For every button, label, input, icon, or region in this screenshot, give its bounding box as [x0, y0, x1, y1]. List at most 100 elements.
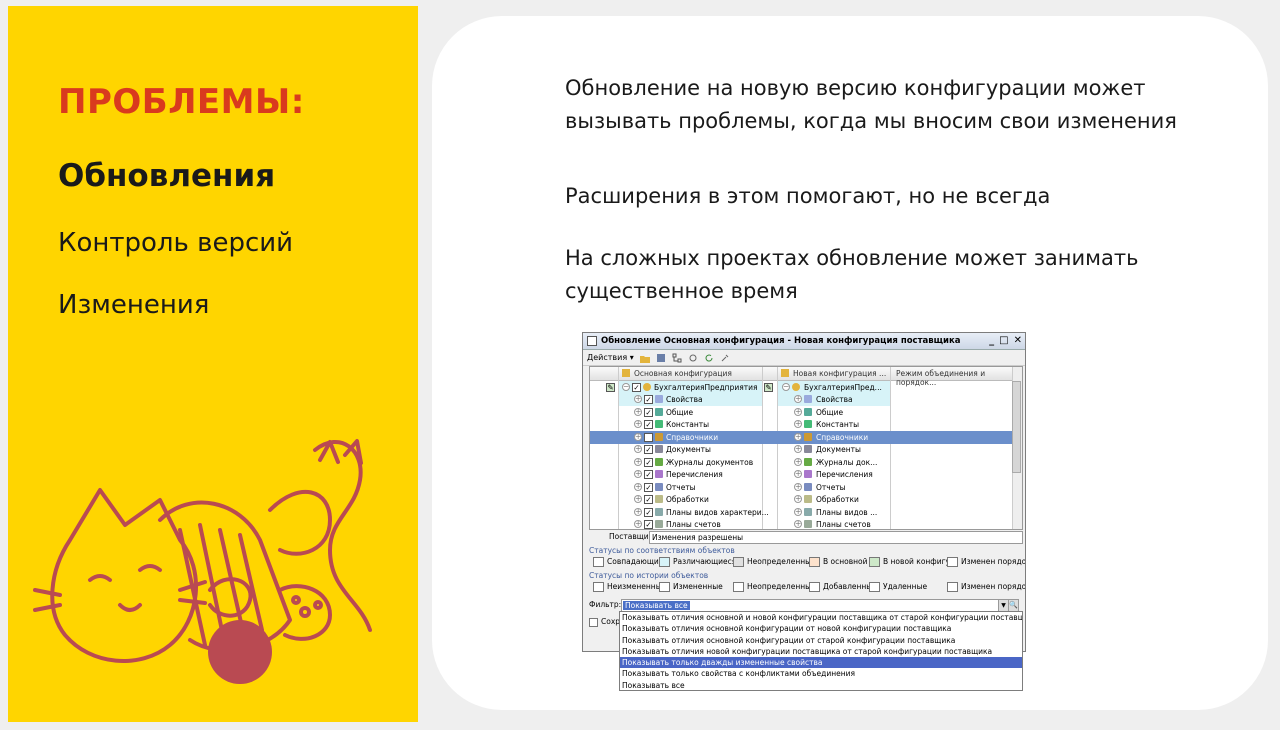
checkbox-icon[interactable] — [589, 617, 598, 627]
filter-dropdown-list: Показывать отличия основной и новой конф… — [619, 611, 1023, 691]
filter-option[interactable]: Показывать отличия основной конфигурации… — [620, 635, 1022, 646]
tree-left-label: Журналы документов — [666, 457, 754, 467]
tree-row[interactable]: + ✓ Общие + Общие — [590, 406, 1022, 419]
filter-option[interactable]: Показывать только дважды измененные свой… — [620, 657, 1022, 669]
legend-label: Удаленные — [883, 582, 928, 591]
pencil-icon[interactable]: ✎ — [606, 382, 615, 392]
checkbox-icon[interactable]: ✓ — [644, 520, 653, 529]
object-icon — [804, 520, 812, 528]
save-icon[interactable] — [656, 353, 666, 363]
supplier-field[interactable]: Изменения разрешены — [649, 531, 1023, 544]
scroll-thumb[interactable] — [1012, 381, 1021, 473]
tree-row[interactable]: + ✓ Журналы документов + Журналы док... — [590, 456, 1022, 469]
checkbox-icon[interactable]: ✓ — [644, 507, 653, 517]
tree-right-label: Перечисления — [816, 470, 873, 479]
wrench-icon[interactable] — [720, 353, 730, 363]
checkbox-icon[interactable]: ✓ — [644, 470, 653, 479]
filter-option[interactable]: Показывать только свойства с конфликтами… — [620, 668, 1022, 679]
sidebar-item-version-control: Контроль версий — [58, 228, 294, 258]
expand-icon[interactable]: + — [634, 507, 642, 516]
tree-right-label: Планы счетов — [816, 520, 871, 529]
expand-icon[interactable]: + — [634, 482, 642, 491]
expand-icon[interactable]: + — [794, 507, 802, 516]
tree-row[interactable]: + ✓ Свойства + Свойства — [590, 393, 1022, 406]
folder-icon[interactable] — [639, 353, 650, 363]
expand-icon[interactable]: + — [634, 457, 642, 466]
expand-icon[interactable]: + — [794, 457, 802, 466]
expand-icon[interactable]: + — [634, 470, 642, 478]
expand-icon[interactable]: + — [794, 407, 802, 416]
expand-icon[interactable]: + — [634, 395, 642, 403]
object-icon — [655, 520, 663, 528]
checkbox-icon[interactable]: ✓ — [632, 382, 641, 392]
expand-icon[interactable]: + — [634, 445, 642, 453]
close-button[interactable]: ✕ — [1014, 335, 1022, 346]
pencil-icon[interactable]: ✎ — [764, 382, 773, 392]
object-icon — [655, 482, 663, 491]
checkbox-icon[interactable]: ✓ — [644, 482, 653, 492]
expand-icon[interactable]: + — [794, 395, 802, 403]
chevron-down-icon[interactable]: ▼ — [998, 600, 1008, 611]
paragraph-update-problems: Обновление на новую версию конфигурации … — [565, 72, 1177, 138]
checkbox-icon[interactable]: ✓ — [644, 420, 653, 429]
expand-icon[interactable]: + — [634, 520, 642, 528]
legend-swatch — [809, 582, 820, 592]
tree-row[interactable]: + ✓ Перечисления + Перечисления — [590, 469, 1022, 482]
config-folder-icon — [781, 369, 789, 377]
tree-scrollbar[interactable] — [1012, 367, 1022, 529]
expand-icon[interactable]: − — [622, 382, 630, 391]
tree-row[interactable]: + ✓ Справочники + Справочники — [590, 431, 1022, 444]
actions-menu[interactable]: Действия ▾ — [587, 353, 634, 362]
legend-swatch — [593, 582, 604, 592]
column-main-config[interactable]: Основная конфигурация — [634, 369, 732, 378]
window-titlebar: Обновление Основная конфигурация - Новая… — [583, 333, 1025, 350]
tree-row[interactable]: + ✓ Отчеты + Отчеты — [590, 481, 1022, 494]
object-icon — [655, 432, 663, 441]
expand-icon[interactable]: + — [794, 482, 802, 491]
checkbox-icon[interactable]: ✓ — [644, 445, 653, 454]
expand-icon[interactable]: + — [794, 495, 802, 503]
expand-icon[interactable]: + — [794, 520, 802, 528]
filter-option[interactable]: Показывать все — [620, 680, 1022, 691]
filter-option[interactable]: Показывать отличия основной и новой конф… — [620, 612, 1022, 623]
object-icon — [804, 507, 812, 516]
refresh-icon[interactable] — [704, 353, 714, 363]
filter-option[interactable]: Показывать отличия новой конфигурации по… — [620, 646, 1022, 657]
filter-option[interactable]: Показывать отличия основной конфигурации… — [620, 623, 1022, 634]
expand-icon[interactable]: + — [794, 470, 802, 478]
object-icon — [655, 395, 663, 403]
tree-left-label: Общие — [666, 407, 694, 417]
tree-row[interactable]: + ✓ Планы видов характери... + Планы видов .… — [590, 506, 1022, 519]
tree-left-label: Константы — [666, 420, 710, 429]
tree-row[interactable]: + ✓ Обработки + Обработки — [590, 494, 1022, 507]
cat-illustration — [33, 439, 372, 684]
status-group-history: Статусы по истории объектов — [589, 571, 709, 580]
checkbox-icon[interactable]: ✓ — [644, 432, 653, 442]
tree-row[interactable]: + ✓ Планы счетов + Планы счетов — [590, 519, 1022, 532]
checkbox-icon[interactable]: ✓ — [644, 457, 653, 467]
tree-row[interactable]: + ✓ Документы + Документы — [590, 444, 1022, 457]
column-new-config[interactable]: Новая конфигурация ... — [793, 369, 886, 378]
checkbox-icon[interactable]: ✓ — [644, 407, 653, 417]
tree-row[interactable]: ✎ ✎ − ✓ БухгалтерияПредприятия − БухгалтерияПр… — [590, 381, 1022, 394]
expand-icon[interactable]: + — [794, 445, 802, 453]
paragraph-extensions: Расширения в этом помогают, но не всегда — [565, 184, 1051, 208]
maximize-button[interactable]: □ — [999, 335, 1008, 346]
expand-icon[interactable]: + — [634, 407, 642, 416]
expand-icon[interactable]: + — [634, 420, 642, 428]
checkbox-icon[interactable]: ✓ — [644, 395, 653, 404]
object-icon — [804, 495, 812, 503]
expand-icon[interactable]: + — [634, 432, 642, 441]
expand-icon[interactable]: + — [794, 432, 802, 441]
expand-icon[interactable]: − — [782, 382, 790, 391]
tree-row[interactable]: + ✓ Константы + Константы — [590, 419, 1022, 432]
settings-icon[interactable] — [688, 353, 698, 363]
tree-icon[interactable] — [672, 353, 682, 363]
minimize-button[interactable]: _ — [989, 335, 994, 346]
checkbox-icon[interactable]: ✓ — [644, 495, 653, 504]
object-icon — [804, 445, 812, 453]
search-icon[interactable]: 🔍 — [1008, 600, 1018, 611]
expand-icon[interactable]: + — [794, 420, 802, 428]
expand-icon[interactable]: + — [634, 495, 642, 503]
sidebar-item-updates: Обновления — [58, 158, 276, 194]
